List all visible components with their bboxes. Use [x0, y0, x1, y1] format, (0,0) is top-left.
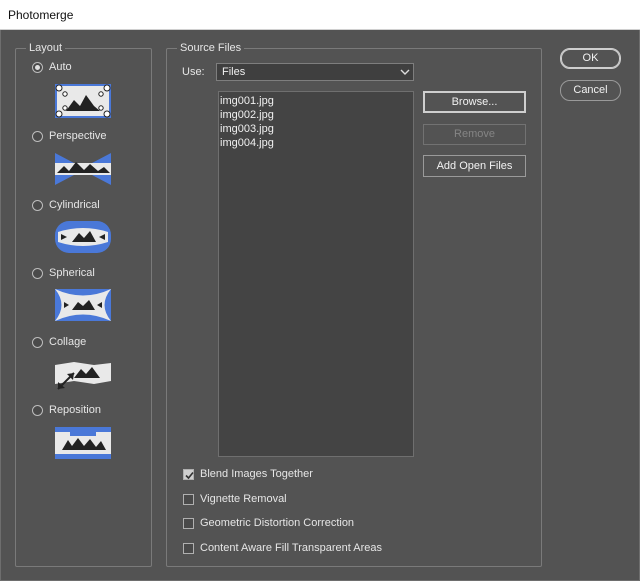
use-dropdown-value: Files	[222, 66, 246, 78]
collage-layout-icon[interactable]	[54, 357, 112, 391]
title-bar: Photomerge	[0, 0, 640, 30]
vignette-removal-option[interactable]: Vignette Removal	[183, 492, 287, 506]
radio-cylindrical[interactable]: Cylindrical	[32, 198, 100, 212]
browse-button[interactable]: Browse...	[423, 91, 526, 113]
radio-label-collage: Collage	[49, 336, 87, 348]
use-dropdown[interactable]: Files	[216, 63, 414, 81]
radio-label-auto: Auto	[49, 61, 72, 73]
radio-perspective[interactable]: Perspective	[32, 129, 106, 143]
radio-button[interactable]	[32, 130, 43, 142]
layout-legend: Layout	[29, 42, 63, 54]
blend-images-checkbox[interactable]	[183, 468, 194, 480]
add-open-files-button[interactable]: Add Open Files	[423, 155, 526, 177]
radio-button[interactable]	[32, 336, 43, 348]
radio-spherical[interactable]: Spherical	[32, 266, 95, 280]
radio-label-spherical: Spherical	[49, 267, 95, 279]
radio-button[interactable]	[32, 404, 43, 416]
file-list-item[interactable]: img003.jpg	[220, 122, 413, 136]
geometric-distortion-label: Geometric Distortion Correction	[200, 517, 355, 529]
window-title: Photomerge	[8, 8, 74, 22]
file-list-item[interactable]: img004.jpg	[220, 136, 413, 150]
radio-reposition[interactable]: Reposition	[32, 403, 101, 417]
use-label: Use:	[182, 66, 205, 78]
content-aware-fill-checkbox[interactable]	[183, 542, 194, 554]
radio-label-reposition: Reposition	[49, 404, 101, 416]
cancel-button[interactable]: Cancel	[560, 80, 621, 101]
chevron-down-icon	[400, 69, 410, 75]
geometric-distortion-option[interactable]: Geometric Distortion Correction	[183, 516, 354, 530]
spherical-layout-icon[interactable]	[54, 288, 112, 322]
vignette-removal-checkbox[interactable]	[183, 493, 194, 505]
radio-label-perspective: Perspective	[49, 130, 107, 142]
radio-button[interactable]	[32, 267, 43, 279]
vignette-removal-label: Vignette Removal	[200, 493, 287, 505]
ok-button[interactable]: OK	[560, 48, 621, 69]
remove-button[interactable]: Remove	[423, 124, 526, 145]
radio-button[interactable]	[32, 61, 43, 73]
file-list-item[interactable]: img001.jpg	[220, 94, 413, 108]
radio-button[interactable]	[32, 199, 43, 211]
file-list-item[interactable]: img002.jpg	[220, 108, 413, 122]
perspective-layout-icon[interactable]	[54, 152, 112, 186]
cylindrical-layout-icon[interactable]	[54, 220, 112, 254]
blend-images-option[interactable]: Blend Images Together	[183, 467, 313, 481]
radio-label-cylindrical: Cylindrical	[49, 199, 100, 211]
checkmark-icon	[185, 471, 194, 479]
radio-auto[interactable]: Auto	[32, 60, 72, 74]
radio-collage[interactable]: Collage	[32, 335, 86, 349]
source-file-list[interactable]: img001.jpg img002.jpg img003.jpg img004.…	[218, 91, 414, 457]
geometric-distortion-checkbox[interactable]	[183, 517, 194, 529]
content-aware-fill-label: Content Aware Fill Transparent Areas	[200, 542, 383, 554]
source-files-legend: Source Files	[180, 42, 242, 54]
auto-layout-icon[interactable]	[54, 84, 112, 118]
content-aware-fill-option[interactable]: Content Aware Fill Transparent Areas	[183, 541, 382, 555]
reposition-layout-icon[interactable]	[54, 426, 112, 460]
blend-images-label: Blend Images Together	[200, 468, 313, 480]
